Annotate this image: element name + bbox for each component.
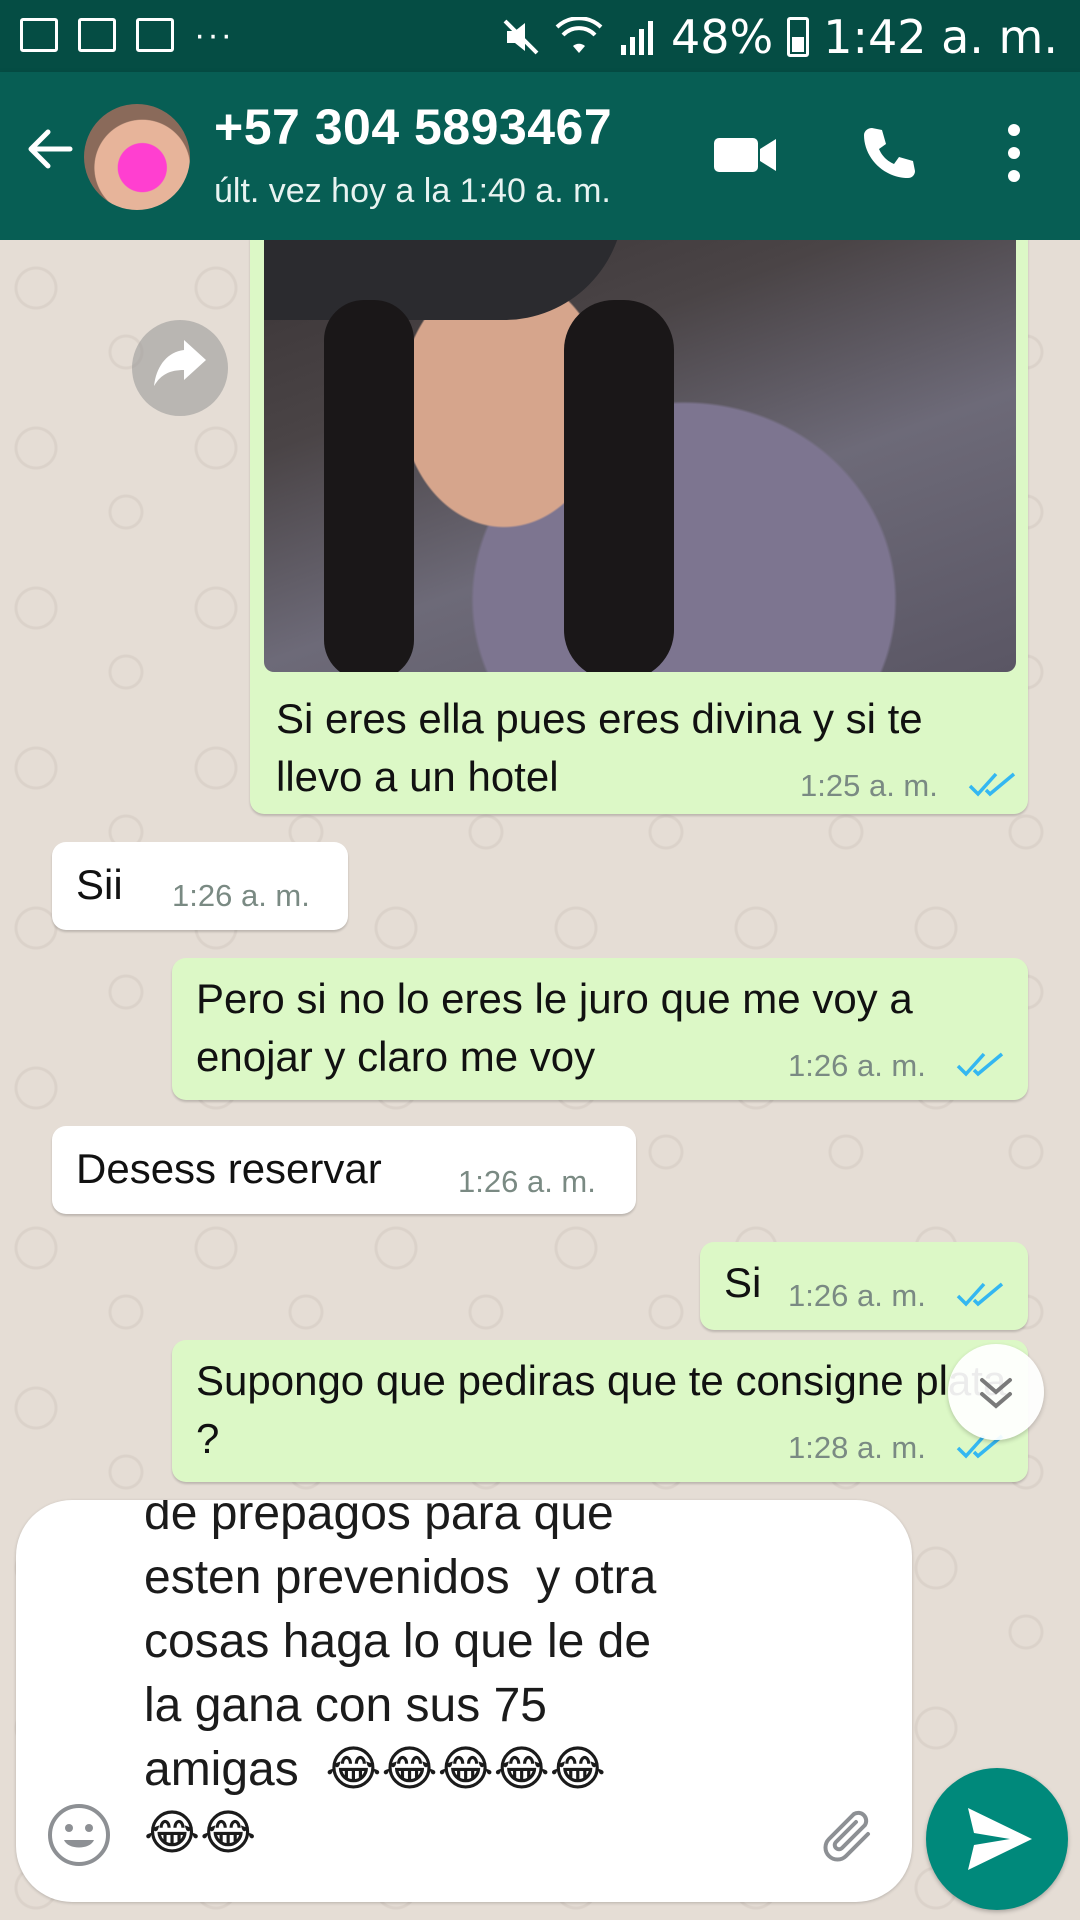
message-time: 1:25 a. m. xyxy=(800,768,938,803)
clock: 1:42 a. m. xyxy=(823,10,1058,64)
emoji-icon[interactable] xyxy=(46,1802,112,1868)
app-notification-icon xyxy=(78,18,116,52)
message-composer[interactable]: de prepagos para que esten prevenidos y … xyxy=(16,1500,912,1902)
battery-percent: 48% xyxy=(670,10,774,64)
message-time: 1:26 a. m. xyxy=(172,878,310,913)
forward-button[interactable] xyxy=(132,320,228,416)
read-receipt-icon xyxy=(956,1052,1004,1077)
video-call-icon[interactable] xyxy=(712,132,778,178)
wifi-icon xyxy=(555,17,603,53)
calendar-notification-icon xyxy=(136,18,174,52)
signal-icon xyxy=(620,21,653,55)
notification-icons: ··· xyxy=(20,18,234,52)
send-button[interactable] xyxy=(926,1768,1068,1910)
message-input[interactable]: de prepagos para que esten prevenidos y … xyxy=(144,1500,744,1866)
double-chevron-down-icon xyxy=(980,1378,1012,1409)
message-text: Sii xyxy=(76,861,123,908)
system-indicators: 48% 1:42 a. m. xyxy=(501,10,1058,64)
photo-hair-left xyxy=(324,300,414,672)
message-text: Desess reservar xyxy=(76,1145,382,1192)
forward-arrow-icon xyxy=(154,340,206,386)
read-receipt-icon xyxy=(968,772,1016,797)
status-bar: ··· 48% 1:42 a. m. xyxy=(0,0,1080,72)
photo-cap xyxy=(264,240,624,320)
message-time: 1:28 a. m. xyxy=(788,1430,926,1465)
contact-name[interactable]: +57 304 5893467 xyxy=(214,98,612,156)
photo-hair-right xyxy=(564,300,674,672)
gallery-notification-icon xyxy=(20,18,58,52)
voice-call-icon[interactable] xyxy=(858,124,918,184)
last-seen-status[interactable]: últ. vez hoy a la 1:40 a. m. xyxy=(214,172,611,211)
back-arrow-icon[interactable] xyxy=(24,124,74,174)
message-time: 1:26 a. m. xyxy=(458,1164,596,1199)
message-time: 1:26 a. m. xyxy=(788,1278,926,1313)
battery-icon xyxy=(787,17,810,57)
more-options-icon[interactable] xyxy=(1000,122,1028,184)
message-photo[interactable] xyxy=(264,240,1016,672)
chat-header: +57 304 5893467 últ. vez hoy a la 1:40 a… xyxy=(0,72,1080,240)
contact-avatar[interactable] xyxy=(84,104,190,210)
more-notifications-icon: ··· xyxy=(194,16,234,54)
send-icon xyxy=(968,1808,1032,1870)
scroll-to-bottom-button[interactable] xyxy=(948,1344,1044,1440)
mute-icon xyxy=(503,19,539,55)
message-text: Si xyxy=(724,1259,762,1306)
read-receipt-icon xyxy=(956,1282,1004,1307)
message-time: 1:26 a. m. xyxy=(788,1048,926,1083)
paperclip-icon[interactable] xyxy=(816,1800,886,1870)
